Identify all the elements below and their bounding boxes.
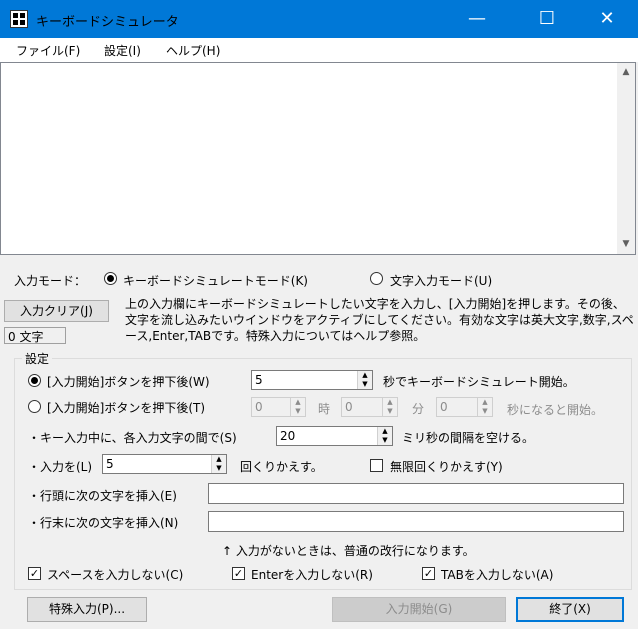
interval-label: ・キー入力中に、各入力文字の間で(S) bbox=[28, 431, 237, 445]
spin-up-icon[interactable]: ▲ bbox=[382, 398, 397, 407]
start-at-minute[interactable]: 0 ▲ ▼ bbox=[341, 397, 398, 417]
input-mode-label: 入力モード： bbox=[14, 274, 87, 288]
exit-button[interactable]: 終了(X) bbox=[516, 597, 624, 622]
no-space-label[interactable]: スペースを入力しない(C) bbox=[47, 566, 183, 583]
scroll-down-icon[interactable]: ▼ bbox=[617, 236, 635, 253]
vertical-scrollbar[interactable] bbox=[617, 63, 635, 254]
radio-start-at[interactable] bbox=[28, 400, 41, 413]
radio-char-input-label[interactable]: 文字入力モード(U) bbox=[390, 272, 492, 289]
minute-unit: 分 bbox=[412, 402, 425, 416]
start-at-minute-value: 0 bbox=[345, 400, 353, 414]
infinite-repeat-label[interactable]: 無限回くりかえす(Y) bbox=[390, 458, 503, 475]
start-after-seconds-value: 5 bbox=[255, 373, 263, 387]
menu-file[interactable]: ファイル(F) bbox=[16, 42, 80, 59]
menu-bar bbox=[0, 38, 638, 62]
repeat-suffix: 回くりかえす。 bbox=[240, 460, 323, 474]
start-at-label[interactable]: [入力開始]ボタンを押下後(T) bbox=[47, 399, 205, 416]
repeat-label: ・入力を(L) bbox=[28, 460, 93, 474]
menu-settings[interactable]: 設定(I) bbox=[104, 42, 141, 59]
scroll-up-icon[interactable]: ▲ bbox=[617, 64, 635, 81]
special-input-button[interactable]: 特殊入力(P)... bbox=[27, 597, 147, 622]
no-enter-label[interactable]: Enterを入力しない(R) bbox=[251, 566, 373, 583]
description-text: 上の入力欄にキーボードシミュレートしたい文字を入力し、[入力開始]を押します。そ… bbox=[125, 297, 634, 343]
radio-keyboard-simulate[interactable] bbox=[104, 272, 117, 285]
start-after-seconds[interactable]: 5 ▲ ▼ bbox=[251, 370, 373, 390]
start-input-button[interactable]: 入力開始(G) bbox=[332, 597, 506, 622]
radio-keyboard-simulate-label[interactable]: キーボードシミュレートモード(K) bbox=[123, 272, 308, 289]
spin-down-icon[interactable]: ▼ bbox=[477, 407, 492, 416]
spin-down-icon[interactable]: ▼ bbox=[357, 380, 372, 389]
spin-up-icon[interactable]: ▲ bbox=[290, 398, 305, 407]
no-enter-checkbox[interactable]: ✓ bbox=[232, 567, 245, 580]
spin-down-icon[interactable]: ▼ bbox=[211, 464, 226, 473]
radio-start-after[interactable] bbox=[28, 374, 41, 387]
close-button[interactable]: ✕ bbox=[584, 0, 630, 38]
start-after-suffix: 秒でキーボードシミュレート開始。 bbox=[383, 375, 575, 389]
minimize-button[interactable]: — bbox=[454, 0, 500, 38]
line-tail-label: ・行末に次の文字を挿入(N) bbox=[28, 516, 179, 530]
app-icon bbox=[10, 10, 28, 28]
maximize-button[interactable]: ☐ bbox=[524, 0, 570, 38]
spin-up-icon[interactable]: ▲ bbox=[357, 371, 372, 380]
spin-up-icon[interactable]: ▲ bbox=[211, 455, 226, 464]
line-head-input[interactable] bbox=[208, 483, 624, 504]
repeat-count-value: 5 bbox=[106, 457, 114, 471]
no-tab-checkbox[interactable]: ✓ bbox=[422, 567, 435, 580]
radio-char-input[interactable] bbox=[370, 272, 383, 285]
start-at-hour-value: 0 bbox=[255, 400, 263, 414]
hour-unit: 時 bbox=[318, 402, 331, 416]
line-head-label: ・行頭に次の文字を挿入(E) bbox=[28, 489, 177, 503]
start-at-hour[interactable]: 0 ▲ ▼ bbox=[251, 397, 306, 417]
start-at-suffix: 秒になると開始。 bbox=[507, 403, 604, 417]
spin-down-icon[interactable]: ▼ bbox=[377, 436, 392, 445]
settings-group-label: 設定 bbox=[22, 350, 53, 367]
interval-ms[interactable]: 20 ▲ ▼ bbox=[276, 426, 393, 446]
spin-down-icon[interactable]: ▼ bbox=[382, 407, 397, 416]
start-at-second[interactable]: 0 ▲ ▼ bbox=[436, 397, 493, 417]
no-tab-label[interactable]: TABを入力しない(A) bbox=[441, 566, 553, 583]
no-space-checkbox[interactable]: ✓ bbox=[28, 567, 41, 580]
interval-suffix: ミリ秒の間隔を空ける。 bbox=[402, 431, 535, 445]
start-at-second-value: 0 bbox=[440, 400, 448, 414]
repeat-count[interactable]: 5 ▲ ▼ bbox=[102, 454, 227, 474]
menu-help[interactable]: ヘルプ(H) bbox=[166, 42, 220, 59]
interval-ms-value: 20 bbox=[280, 429, 296, 443]
line-insert-note: ↑ 入力がないときは、普通の改行になります。 bbox=[222, 544, 475, 558]
line-tail-input[interactable] bbox=[208, 511, 624, 532]
char-count: 0 文字 bbox=[4, 327, 66, 344]
spin-up-icon[interactable]: ▲ bbox=[377, 427, 392, 436]
spin-down-icon[interactable]: ▼ bbox=[290, 407, 305, 416]
input-textarea[interactable] bbox=[0, 62, 636, 255]
clear-button[interactable]: 入力クリア(J) bbox=[4, 300, 109, 322]
spin-up-icon[interactable]: ▲ bbox=[477, 398, 492, 407]
window-title: キーボードシミュレータ bbox=[36, 15, 179, 30]
start-after-label[interactable]: [入力開始]ボタンを押下後(W) bbox=[47, 373, 210, 390]
infinite-repeat-checkbox[interactable] bbox=[370, 459, 383, 472]
